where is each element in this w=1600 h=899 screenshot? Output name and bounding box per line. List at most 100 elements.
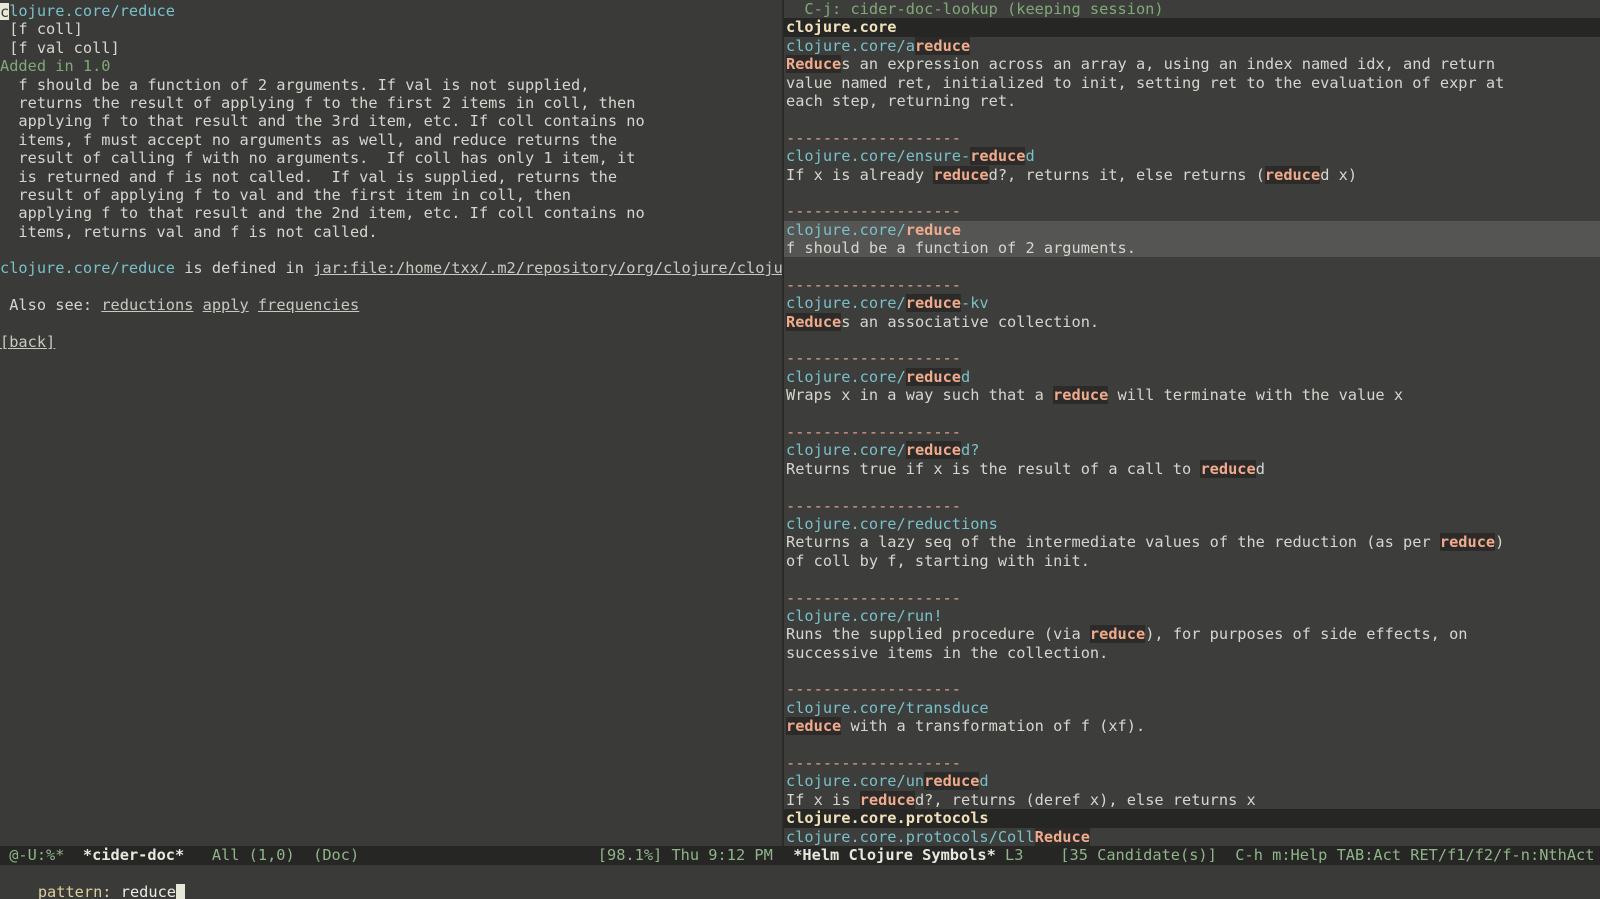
doc-blank-line: [0, 278, 782, 296]
helm-candidate-name[interactable]: clojure.core/run!: [784, 607, 1600, 625]
helm-candidate-description[interactable]: If x is already reduced?, returns it, el…: [784, 165, 1600, 184]
text-run: d?, returns (deref x), else returns x: [914, 790, 1256, 809]
helm-separator: -------------------: [786, 128, 961, 147]
helm-candidate-description[interactable]: value named ret, initialized to init, se…: [784, 74, 1600, 92]
also-see-link-apply[interactable]: apply: [203, 296, 249, 314]
helm-separator: -------------------: [786, 422, 961, 441]
modeline-buffer-name: *cider-doc*: [82, 846, 185, 864]
text-run: value named ret, initialized to init, se…: [786, 73, 1505, 92]
match-highlight: reduce: [970, 147, 1026, 166]
modeline-right-info: [98.1%] Thu 9:12 PM: [597, 846, 782, 864]
helm-candidate-description[interactable]: Returns a lazy seq of the intermediate v…: [784, 533, 1600, 552]
text-run: each step, returning ret.: [786, 91, 1017, 110]
text-run: ): [1495, 533, 1505, 552]
helm-candidate-name[interactable]: clojure.core/ensure-reduced: [784, 147, 1600, 166]
helm-candidate-name[interactable]: clojure.core/unreduced: [784, 772, 1600, 791]
text-run: Returns true if x is the result of a cal…: [786, 459, 1201, 478]
match-highlight: reduce: [1264, 165, 1321, 184]
helm-separator: -------------------: [786, 588, 961, 607]
text-run: clojure.core/: [786, 441, 906, 460]
helm-blank-line: [784, 662, 1600, 680]
cider-doc-window[interactable]: clojure.core/reduce [f coll] [f val coll…: [0, 0, 782, 846]
text-run: clojure.core/: [786, 294, 906, 313]
helm-candidate-name[interactable]: clojure.core/areduce: [784, 36, 1600, 55]
doc-body-line: applying f to that result and the 3rd it…: [0, 112, 645, 131]
match-highlight: reduce: [905, 367, 961, 386]
modeline-helm-buffer-name: *Helm Clojure Symbols*: [793, 846, 996, 864]
text-run: d?, returns it, else returns (: [988, 165, 1265, 184]
doc-added-version: Added in 1.0: [0, 57, 111, 76]
match-highlight: Reduce: [786, 312, 842, 331]
helm-candidate-name[interactable]: clojure.core/transduce: [784, 699, 1600, 717]
match-highlight: reduce: [1089, 625, 1146, 644]
also-see-link-reductions[interactable]: reductions: [101, 296, 193, 314]
emacs-frame: clojure.core/reduce [f coll] [f val coll…: [0, 0, 1600, 899]
modeline-pad: [784, 846, 793, 864]
helm-candidate-name[interactable]: clojure.core.protocols/CollReduce: [784, 827, 1600, 846]
also-see-link-frequencies[interactable]: frequencies: [258, 296, 359, 314]
helm-blank-line: [784, 257, 1600, 275]
helm-candidate-description[interactable]: each step, returning ret.: [784, 92, 1600, 110]
doc-body-line: f should be a function of 2 arguments. I…: [0, 75, 590, 94]
doc-jar-link[interactable]: jar:file:/home/txx/.m2/repository/org/cl…: [313, 259, 782, 277]
match-highlight: reduce: [1200, 459, 1256, 478]
match-highlight: reduce: [786, 717, 842, 736]
text-run: s an expression across an array a, using…: [841, 55, 1496, 74]
helm-candidate-list[interactable]: clojure.core clojure.core/areduce Reduces …: [784, 18, 1600, 846]
doc-arglist: [f val coll]: [0, 38, 120, 57]
text-run: clojure.core/transduce: [786, 698, 989, 717]
text-run: successive items in the collection.: [786, 643, 1109, 662]
helm-candidate-description[interactable]: Reduces an expression across an array a,…: [784, 55, 1600, 74]
helm-header-line: C-j: cider-doc-lookup (keeping session): [784, 0, 1600, 19]
helm-candidate-name[interactable]: clojure.core/reduced: [784, 367, 1600, 386]
doc-defined-text: is defined in: [174, 259, 314, 278]
minibuffer-input[interactable]: reduce: [121, 883, 176, 899]
cider-doc-content: clojure.core/reduce [f coll] [f val coll…: [0, 0, 782, 351]
helm-candidate-name[interactable]: clojure.core/reduce: [784, 220, 1600, 240]
helm-candidate-description[interactable]: f should be a function of 2 arguments.: [784, 239, 1600, 258]
text-run: clojure.core/a: [786, 36, 915, 55]
match-highlight: reduce: [905, 294, 961, 313]
helm-candidate-description[interactable]: Wraps x in a way such that a reduce will…: [784, 386, 1600, 405]
doc-defined-symbol: clojure.core/reduce: [0, 259, 175, 278]
match-highlight: Reduce: [786, 55, 842, 74]
also-see-label: Also see:: [0, 296, 102, 315]
helm-candidate-description[interactable]: Returns true if x is the result of a cal…: [784, 459, 1600, 478]
helm-candidate-name[interactable]: clojure.core/reduce-kv: [784, 294, 1600, 313]
helm-blank-line: [784, 570, 1600, 588]
helm-window[interactable]: C-j: cider-doc-lookup (keeping session) …: [784, 0, 1600, 846]
helm-candidate-description[interactable]: Reduces an associative collection.: [784, 312, 1600, 331]
helm-separator: -------------------: [786, 275, 961, 294]
back-link-text[interactable]: [back]: [0, 333, 55, 351]
text-run: d: [1255, 459, 1265, 478]
helm-blank-line: [784, 405, 1600, 423]
text-cursor: [176, 884, 186, 899]
text-run: of coll by f, starting with init.: [786, 551, 1090, 570]
helm-candidate-description[interactable]: of coll by f, starting with init.: [784, 552, 1600, 570]
text-run: clojure.core/run!: [786, 606, 943, 625]
helm-candidate-name[interactable]: clojure.core/reduced?: [784, 441, 1600, 460]
helm-candidate-description[interactable]: reduce with a transformation of f (xf).: [784, 717, 1600, 736]
helm-blank-line: [784, 110, 1600, 128]
helm-blank-line: [784, 184, 1600, 202]
helm-separator: -------------------: [786, 496, 961, 515]
match-highlight: reduce: [1053, 386, 1109, 405]
text-run: clojure.core/ensure-: [786, 147, 971, 166]
doc-body-line: result of calling f with no arguments. I…: [0, 149, 636, 168]
helm-candidate-name[interactable]: clojure.core/reductions: [784, 515, 1600, 533]
helm-candidate-description[interactable]: successive items in the collection.: [784, 644, 1600, 662]
match-highlight: reduce: [905, 441, 961, 460]
text-run: with a transformation of f (xf).: [841, 717, 1146, 736]
helm-blank-line: [784, 478, 1600, 496]
text-run: If x is: [786, 790, 860, 809]
helm-separator: -------------------: [786, 754, 961, 773]
text-run: clojure.core/un: [786, 772, 925, 791]
text-run: f should be a function of 2 arguments.: [786, 239, 1136, 258]
helm-candidate-description[interactable]: Runs the supplied procedure (via reduce)…: [784, 625, 1600, 644]
text-run: Returns a lazy seq of the intermediate v…: [786, 533, 1440, 552]
minibuffer[interactable]: pattern: reduce: [0, 865, 1600, 899]
text-run: clojure.core/reductions: [786, 514, 998, 533]
helm-separator: -------------------: [786, 680, 961, 699]
text-run: clojure.core/: [786, 220, 906, 239]
helm-candidate-description[interactable]: If x is reduced?, returns (deref x), els…: [784, 790, 1600, 809]
